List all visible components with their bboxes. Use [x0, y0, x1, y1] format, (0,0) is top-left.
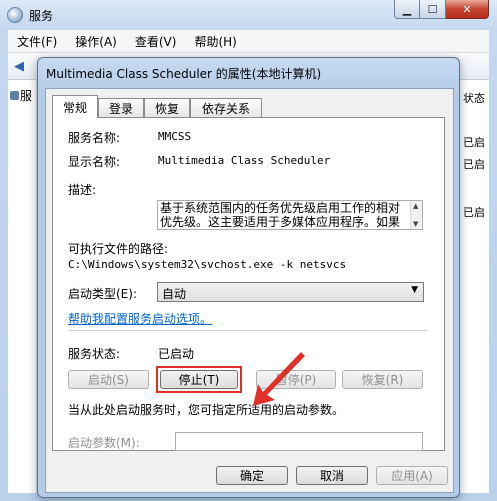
tab-dependencies[interactable]: 依存关系 [190, 98, 262, 117]
minimize-icon: ▁ [402, 2, 412, 16]
menu-file[interactable]: 文件(F) [8, 33, 66, 50]
ok-button[interactable]: 确定 [216, 466, 288, 485]
scroll-down-icon[interactable]: ▼ [413, 220, 418, 228]
maximize-icon: ☐ [427, 2, 438, 16]
services-node-icon [10, 90, 19, 100]
menu-bar: 文件(F) 操作(A) 查看(V) 帮助(H) [8, 30, 489, 53]
status-cell: 已启 [463, 158, 485, 171]
startup-type-label: 启动类型(E): [68, 287, 137, 301]
dialog-body: 常规 登录 恢复 依存关系 服务名称: MMCSS 显示名称: Multimed… [45, 88, 454, 493]
service-name-value: MMCSS [158, 130, 192, 143]
status-cell: 已启 [463, 206, 485, 219]
status-header[interactable]: 状态 [463, 90, 485, 106]
service-name-label: 服务名称: [68, 131, 121, 145]
console-tree-item[interactable]: 服 [10, 86, 34, 104]
console-tree: 服 [8, 80, 37, 493]
service-status-value: 已启动 [158, 347, 195, 361]
back-arrow-icon[interactable]: ◀ [14, 59, 24, 74]
startup-help-link[interactable]: 帮助我配置服务启动选项。 [68, 310, 212, 327]
start-button[interactable]: 启动(S) [68, 370, 149, 389]
stop-button[interactable]: 停止(T) [160, 370, 238, 389]
close-icon: ✕ [462, 2, 472, 16]
description-scrollbar[interactable]: ▲ ▼ [410, 201, 422, 229]
minimize-button[interactable]: ▁ [394, 0, 420, 19]
description-label: 描述: [68, 183, 97, 197]
close-button[interactable]: ✕ [446, 0, 489, 19]
services-titlebar: 服务 ▁ ☐ ✕ [0, 0, 497, 30]
cancel-button[interactable]: 取消 [296, 466, 368, 485]
services-app-icon [7, 7, 23, 23]
service-status-label: 服务状态: [68, 347, 121, 361]
status-cell: 已启 [463, 136, 485, 149]
scroll-up-icon[interactable]: ▲ [413, 202, 418, 210]
apply-button[interactable]: 应用(A) [376, 466, 448, 485]
description-box[interactable]: 基于系统范围内的任务优先级启用工作的相对优先级。这主要适用于多媒体应用程序。如果… [157, 200, 423, 230]
start-params-label: 启动参数(M): [68, 436, 140, 450]
startup-type-select[interactable]: 自动 ▼ [157, 282, 424, 302]
exe-path-value: C:\Windows\system32\svchost.exe -k netsv… [68, 258, 347, 271]
tab-general[interactable]: 常规 [52, 95, 98, 118]
chevron-down-icon: ▼ [411, 285, 418, 295]
display-name-label: 显示名称: [68, 155, 121, 169]
resume-button[interactable]: 恢复(R) [342, 370, 423, 389]
description-text: 基于系统范围内的任务优先级启用工作的相对优先级。这主要适用于多媒体应用程序。如果 [160, 201, 401, 229]
caption-buttons: ▁ ☐ ✕ [394, 0, 489, 19]
menu-help[interactable]: 帮助(H) [185, 33, 245, 50]
startup-type-value: 自动 [162, 287, 187, 301]
menu-action[interactable]: 操作(A) [66, 33, 126, 50]
console-tree-label: 服 [20, 88, 33, 103]
separator [68, 330, 428, 331]
service-list-status-column: 状态 已启 已启 已启 [459, 80, 489, 493]
exe-path-label: 可执行文件的路径: [68, 242, 169, 256]
start-params-input[interactable] [175, 432, 423, 451]
maximize-button[interactable]: ☐ [420, 0, 446, 19]
services-window-title: 服务 [29, 9, 54, 23]
tab-recovery[interactable]: 恢复 [144, 98, 190, 117]
tab-logon[interactable]: 登录 [98, 98, 144, 117]
dialog-title: Multimedia Class Scheduler 的属性(本地计算机) [46, 67, 322, 81]
properties-dialog: Multimedia Class Scheduler 的属性(本地计算机) 常规… [37, 57, 460, 498]
display-name-value: Multimedia Class Scheduler [158, 154, 331, 167]
general-tab-panel: 服务名称: MMCSS 显示名称: Multimedia Class Sched… [52, 117, 445, 451]
annotation-arrow [253, 352, 305, 406]
menu-view[interactable]: 查看(V) [126, 33, 186, 50]
